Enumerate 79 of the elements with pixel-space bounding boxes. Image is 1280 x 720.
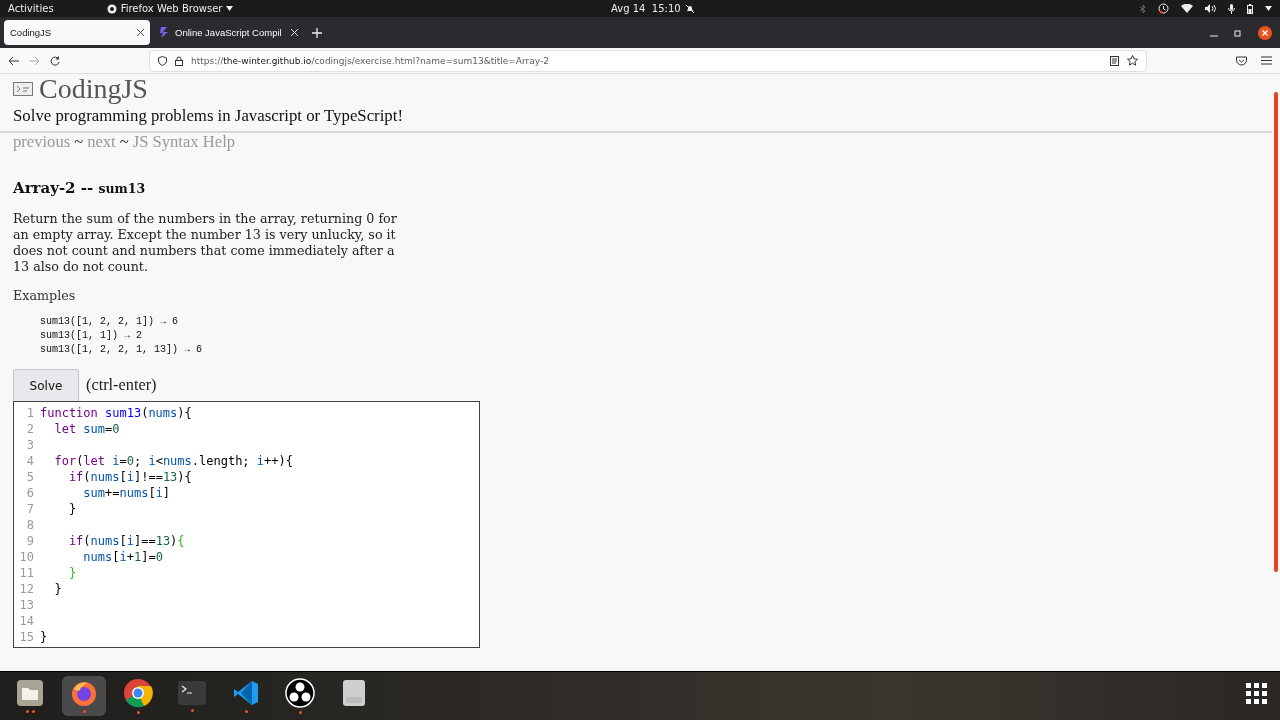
line-number: 5: [25, 470, 34, 484]
site-title: CodingJS: [39, 74, 148, 104]
new-tab-icon[interactable]: [312, 27, 322, 38]
code-editor[interactable]: 1 function sum13(nums){ 2 let sum=0 3 4 for(let i=0; i<nums.length; i++){ 5 if(nums[i]!==13){ 6 sum+=nums[i] 7 } 8 9 if(nums[i]==13){ 10 nums[i+1]=0 11 } 12 } 13 14 15 }: [13, 401, 480, 648]
line-number: 12: [18, 582, 34, 596]
line-number: 11: [18, 566, 34, 580]
code-line: nums[i+1]=0: [82, 550, 163, 564]
logo-icon: [13, 82, 33, 96]
code-line: if(nums[i]==13){: [67, 534, 185, 548]
restore-icon[interactable]: [1234, 28, 1242, 37]
folder-icon: [16, 679, 44, 707]
terminal-icon: [177, 680, 207, 706]
pocket-icon[interactable]: [1236, 55, 1247, 66]
wifi-icon[interactable]: [1181, 4, 1193, 13]
browser-icon: [123, 678, 153, 708]
reload-icon[interactable]: [50, 55, 60, 66]
bluetooth-icon[interactable]: [1140, 3, 1146, 14]
back-icon[interactable]: [8, 55, 19, 66]
recorder-icon: [285, 678, 315, 708]
separator: ~: [119, 133, 129, 151]
line-number: 8: [25, 518, 34, 532]
logo-icon: [160, 27, 169, 38]
reader-view-icon[interactable]: [1110, 55, 1119, 66]
shield-icon[interactable]: [158, 55, 167, 66]
dock-item[interactable]: [62, 676, 106, 716]
microphone-icon[interactable]: [1228, 3, 1235, 14]
exercise-heading: Array-2 -- sum13: [13, 179, 147, 197]
code-line: }: [67, 566, 77, 580]
line-number: 10: [18, 550, 34, 564]
code-line: function sum13(nums){: [40, 406, 192, 420]
line-number: 6: [25, 486, 34, 500]
code-line: }: [53, 582, 62, 596]
line-number: 3: [25, 438, 34, 452]
scrollbar[interactable]: [1274, 92, 1278, 572]
example-line: sum13([1, 2, 2, 1]) → 6: [40, 315, 180, 329]
clock[interactable]: Avg 14 15:10: [611, 3, 695, 14]
clock-icon[interactable]: [1158, 3, 1169, 14]
menu-icon[interactable]: [1261, 55, 1272, 65]
line-number: 15: [18, 630, 34, 644]
line-number: 2: [25, 422, 34, 436]
examples-label: Examples: [13, 288, 77, 303]
battery-icon[interactable]: [1247, 3, 1253, 14]
line-number: 9: [25, 534, 34, 548]
address-bar[interactable]: https://the-winter.github.io/codingjs/exercise.html?name=sum13&title=Array-2: [149, 49, 1147, 72]
app-menu[interactable]: Firefox Web Browser: [106, 3, 234, 14]
line-number: 1: [25, 406, 34, 420]
solve-button[interactable]: Solve: [13, 369, 79, 401]
browser-icon: [106, 3, 117, 14]
example-line: sum13([1, 1]) → 2: [40, 329, 144, 343]
shortcut-hint: (ctrl-enter): [86, 375, 157, 395]
code-line: for(let i=0; i<nums.length; i++){: [53, 454, 293, 468]
code-line: }: [40, 630, 48, 644]
example-line: sum13([1, 2, 2, 1, 13]) → 6: [40, 343, 204, 357]
drive-icon: [342, 679, 366, 707]
line-number: 4: [25, 454, 34, 468]
code-line: if(nums[i]!==13){: [67, 470, 192, 484]
code-line: sum+=nums[i]: [82, 486, 171, 500]
close-icon[interactable]: [1258, 25, 1272, 40]
code-line: }: [67, 502, 77, 516]
tagline: Solve programming problems in Javascript or TypeScript!: [13, 106, 404, 126]
activities-button[interactable]: Activities: [8, 3, 54, 14]
line-number: 7: [25, 502, 34, 516]
editor-icon: [232, 679, 260, 707]
browser-tab[interactable]: CodingJS: [4, 20, 150, 45]
close-icon[interactable]: [137, 29, 144, 36]
problem-description: Return the sum of the numbers in the array, returning 0 for an empty array. Except the number 13 is very unlucky, so it does not count and numbers that come immediately after a 13 also do not count.: [13, 211, 397, 275]
line-number: 14: [18, 614, 34, 628]
browser-icon: [70, 679, 98, 707]
line-number: 13: [18, 598, 34, 612]
lock-icon[interactable]: [175, 55, 183, 66]
code-line: let sum=0: [53, 422, 120, 436]
app-grid-icon[interactable]: [1246, 683, 1268, 705]
browser-tab[interactable]: Online JavaScript Compil: [154, 20, 304, 45]
caret-icon: [226, 6, 234, 11]
bell-off-icon: [684, 3, 695, 14]
separator: ~: [74, 133, 84, 151]
caret-icon[interactable]: [1265, 6, 1272, 11]
volume-icon[interactable]: [1205, 4, 1216, 13]
star-icon[interactable]: [1127, 55, 1138, 66]
